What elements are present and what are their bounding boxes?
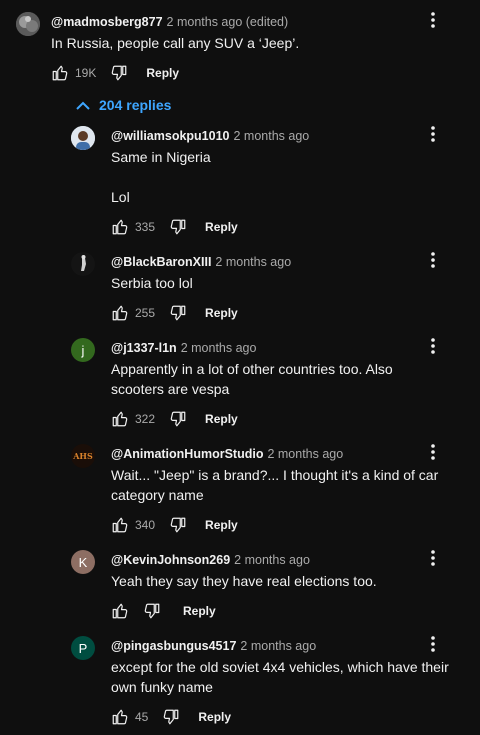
reply-button[interactable]: Reply — [205, 518, 238, 532]
comment-text: In Russia, people call any SUV a ‘Jeep’. — [51, 35, 300, 51]
comment-header: @j1337-l1n 2 months ago — [111, 339, 256, 357]
more-options-icon[interactable] — [423, 10, 443, 30]
dislike-icon[interactable] — [169, 410, 187, 428]
comment-time[interactable]: 2 months ago (edited) — [167, 15, 289, 29]
like-count: 45 — [135, 710, 149, 724]
dislike-icon[interactable] — [169, 516, 187, 534]
comment-header: @madmosberg877 2 months ago (edited) — [51, 13, 288, 31]
comment-author[interactable]: @j1337-l1n — [111, 341, 177, 355]
more-options-icon[interactable] — [423, 250, 443, 270]
comment-time[interactable]: 2 months ago — [240, 639, 316, 653]
comment-time[interactable]: 2 months ago — [267, 447, 343, 461]
comment-actions: 255 Reply — [111, 303, 238, 323]
avatar[interactable] — [71, 252, 95, 276]
more-options-icon[interactable] — [423, 634, 443, 654]
like-icon[interactable] — [111, 516, 129, 534]
avatar[interactable] — [71, 126, 95, 150]
reply-button[interactable]: Reply — [205, 220, 238, 234]
like-icon[interactable] — [51, 64, 69, 82]
replies-count-label: 204 replies — [99, 97, 172, 113]
dislike-icon[interactable] — [169, 304, 187, 322]
like-icon[interactable] — [111, 602, 129, 620]
comment-author[interactable]: @pingasbungus4517 — [111, 639, 236, 653]
comment-text: Yeah they say they have real elections t… — [111, 573, 377, 589]
avatar[interactable]: K — [71, 550, 95, 574]
comment-author[interactable]: @AnimationHumorStudio — [111, 447, 263, 461]
like-count: 19K — [75, 66, 97, 80]
comment-time[interactable]: 2 months ago — [234, 129, 310, 143]
comment-author[interactable]: @madmosberg877 — [51, 15, 163, 29]
like-count: 255 — [135, 306, 156, 320]
comment-time[interactable]: 2 months ago — [181, 341, 257, 355]
avatar-letter: j — [81, 342, 85, 358]
comment-header: @williamsokpu1010 2 months ago — [111, 127, 309, 145]
dislike-icon[interactable] — [169, 218, 187, 236]
comment-time[interactable]: 2 months ago — [234, 553, 310, 567]
more-options-icon[interactable] — [423, 548, 443, 568]
chevron-up-icon — [76, 101, 90, 110]
dislike-icon[interactable] — [143, 602, 161, 620]
like-count: 322 — [135, 412, 156, 426]
comment-author[interactable]: @KevinJohnson269 — [111, 553, 230, 567]
reply-button[interactable]: Reply — [146, 66, 179, 80]
comment-header: @BlackBaronXIII 2 months ago — [111, 253, 291, 271]
comment-header: @pingasbungus4517 2 months ago — [111, 637, 316, 655]
comment-text: Serbia too lol — [111, 275, 193, 291]
comment-text: Same in Nigeria Lol — [111, 149, 211, 205]
comment-author[interactable]: @williamsokpu1010 — [111, 129, 230, 143]
reply-button[interactable]: Reply — [183, 604, 216, 618]
comment-text: Apparently in a lot of other countries t… — [111, 361, 393, 397]
comment-text: Wait... "Jeep" is a brand?... I thought … — [111, 467, 439, 503]
like-icon[interactable] — [111, 304, 129, 322]
comment-author[interactable]: @BlackBaronXIII — [111, 255, 211, 269]
comment-time[interactable]: 2 months ago — [215, 255, 291, 269]
comment-header: @AnimationHumorStudio 2 months ago — [111, 445, 343, 463]
comment-actions: 335 Reply — [111, 217, 238, 237]
dislike-icon[interactable] — [110, 64, 128, 82]
reply-button[interactable]: Reply — [198, 710, 231, 724]
comment-header: @KevinJohnson269 2 months ago — [111, 551, 310, 569]
more-options-icon[interactable] — [423, 124, 443, 144]
comment-text: except for the old soviet 4x4 vehicles, … — [111, 659, 449, 695]
like-icon[interactable] — [111, 218, 129, 236]
like-icon[interactable] — [111, 708, 129, 726]
avatar[interactable] — [16, 12, 40, 36]
avatar-logo: AHS — [73, 451, 93, 461]
dislike-icon[interactable] — [162, 708, 180, 726]
more-options-icon[interactable] — [423, 336, 443, 356]
more-options-icon[interactable] — [423, 442, 443, 462]
avatar[interactable]: AHS — [71, 444, 95, 468]
like-icon[interactable] — [111, 410, 129, 428]
comment-actions: 340 Reply — [111, 515, 238, 535]
avatar[interactable]: j — [71, 338, 95, 362]
like-count: 335 — [135, 220, 156, 234]
replies-toggle-button[interactable]: 204 replies — [76, 97, 171, 113]
like-count: 340 — [135, 518, 156, 532]
avatar-letter: K — [78, 554, 88, 570]
comment-actions: 19K Reply — [51, 63, 179, 83]
reply-button[interactable]: Reply — [205, 306, 238, 320]
comment-actions: 45 Reply — [111, 707, 231, 727]
comment-actions: Reply — [111, 601, 216, 621]
reply-button[interactable]: Reply — [205, 412, 238, 426]
avatar[interactable]: P — [71, 636, 95, 660]
avatar-letter: P — [78, 640, 88, 656]
comment-actions: 322 Reply — [111, 409, 238, 429]
